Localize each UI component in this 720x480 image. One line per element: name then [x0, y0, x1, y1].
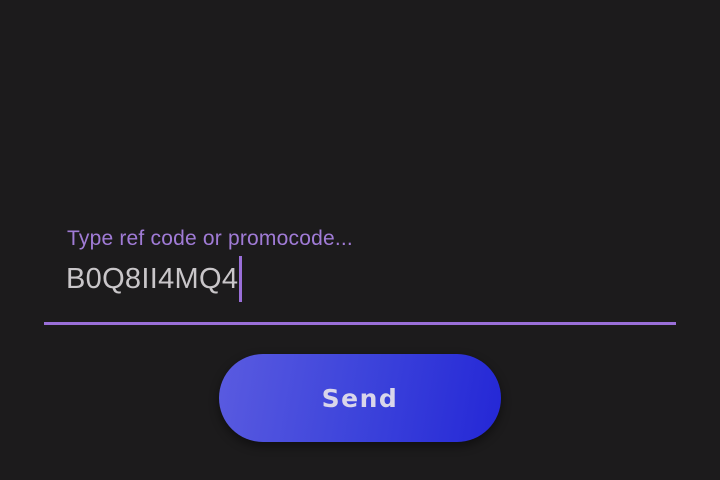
promo-code-input-value[interactable]: B0Q8II4MQ4 — [66, 264, 238, 294]
promo-code-field[interactable]: Type ref code or promocode... B0Q8II4MQ4 — [44, 222, 676, 325]
promo-code-screen: Type ref code or promocode... B0Q8II4MQ4… — [0, 0, 720, 480]
promo-code-field-label: Type ref code or promocode... — [67, 227, 353, 250]
promo-code-input[interactable]: B0Q8II4MQ4 — [66, 256, 243, 302]
send-button-label: Send — [321, 383, 399, 413]
text-cursor — [239, 256, 243, 302]
field-underline — [44, 322, 676, 325]
send-button[interactable]: Send — [219, 354, 501, 442]
